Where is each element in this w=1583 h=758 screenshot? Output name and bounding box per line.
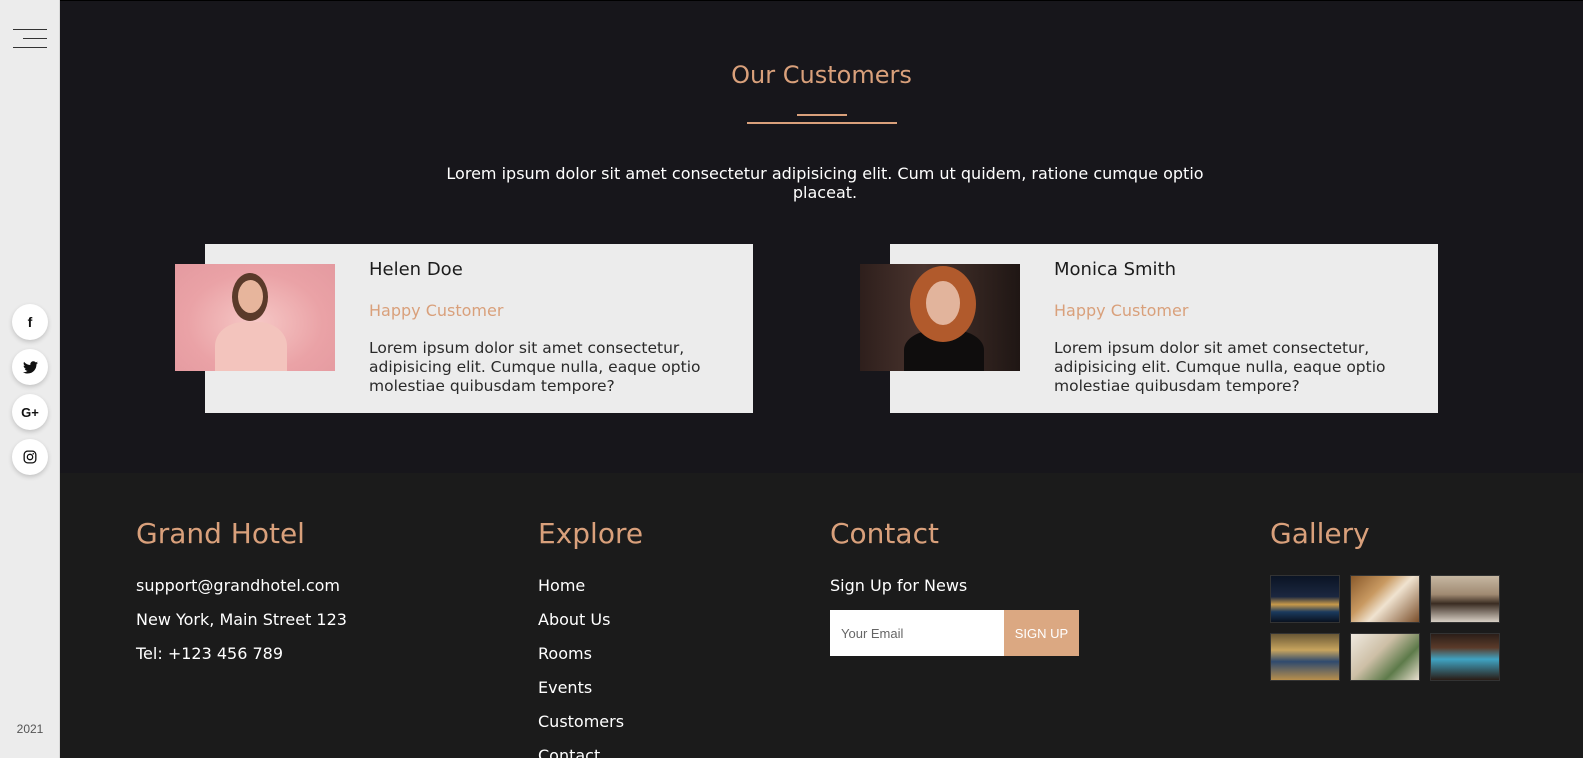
signup-button[interactable]: SIGN UP xyxy=(1004,610,1079,656)
section-title: Our Customers xyxy=(731,61,912,89)
gallery-grid xyxy=(1270,575,1500,681)
newsletter-email-input[interactable] xyxy=(830,610,1004,656)
title-divider-short xyxy=(797,114,847,116)
footer-address: New York, Main Street 123 xyxy=(136,610,347,629)
customers-section: Our Customers Lorem ipsum dolor sit amet… xyxy=(60,0,1583,473)
gallery-thumbnail[interactable] xyxy=(1350,575,1420,623)
footer-link-customers[interactable]: Customers xyxy=(538,705,643,739)
footer-gallery: Gallery xyxy=(1270,517,1500,681)
gallery-thumbnail[interactable] xyxy=(1350,633,1420,681)
footer-contact-title: Contact xyxy=(830,517,939,550)
sidebar: f G+ 2021 xyxy=(0,0,60,758)
facebook-icon[interactable]: f xyxy=(12,304,48,340)
footer-explore-title: Explore xyxy=(538,517,644,550)
customer-role: Happy Customer xyxy=(369,301,504,320)
hamburger-menu-icon[interactable] xyxy=(13,28,49,50)
newsletter-label: Sign Up for News xyxy=(830,576,968,595)
gallery-thumbnail[interactable] xyxy=(1430,633,1500,681)
customer-photo xyxy=(860,264,1020,371)
footer-hotel-info: Grand Hotel support@grandhotel.com New Y… xyxy=(136,517,347,671)
customer-card: Monica Smith Happy Customer Lorem ipsum … xyxy=(860,244,1438,413)
footer-contact: Contact Sign Up for News SIGN UP xyxy=(830,517,1079,656)
footer-link-rooms[interactable]: Rooms xyxy=(538,637,643,671)
instagram-icon[interactable] xyxy=(12,439,48,475)
gallery-thumbnail[interactable] xyxy=(1270,575,1340,623)
customer-testimonial: Lorem ipsum dolor sit amet consectetur, … xyxy=(369,339,701,395)
footer-phone: Tel: +123 456 789 xyxy=(136,644,284,663)
gallery-thumbnail[interactable] xyxy=(1430,575,1500,623)
footer-link-contact[interactable]: Contact xyxy=(538,739,643,758)
gallery-thumbnail[interactable] xyxy=(1270,633,1340,681)
footer-link-about[interactable]: About Us xyxy=(538,603,643,637)
customer-photo xyxy=(175,264,335,371)
footer: Grand Hotel support@grandhotel.com New Y… xyxy=(60,473,1583,758)
section-description: Lorem ipsum dolor sit amet consectetur a… xyxy=(446,164,1204,202)
customer-name: Monica Smith xyxy=(1054,259,1177,280)
newsletter-form: SIGN UP xyxy=(830,610,1079,656)
customer-name: Helen Doe xyxy=(369,259,463,280)
copyright-year: 2021 xyxy=(16,722,44,736)
footer-gallery-title: Gallery xyxy=(1270,517,1370,550)
footer-email-link[interactable]: support@grandhotel.com xyxy=(136,569,347,603)
customer-testimonial: Lorem ipsum dolor sit amet consectetur, … xyxy=(1054,339,1386,395)
twitter-icon[interactable] xyxy=(12,349,48,385)
footer-explore: Explore Home About Us Rooms Events Custo… xyxy=(538,517,643,758)
title-divider-long xyxy=(747,122,897,124)
footer-link-events[interactable]: Events xyxy=(538,671,643,705)
footer-link-home[interactable]: Home xyxy=(538,569,643,603)
footer-hotel-title: Grand Hotel xyxy=(136,517,305,550)
customer-card: Helen Doe Happy Customer Lorem ipsum dol… xyxy=(175,244,753,413)
google-plus-icon[interactable]: G+ xyxy=(12,394,48,430)
customer-role: Happy Customer xyxy=(1054,301,1189,320)
